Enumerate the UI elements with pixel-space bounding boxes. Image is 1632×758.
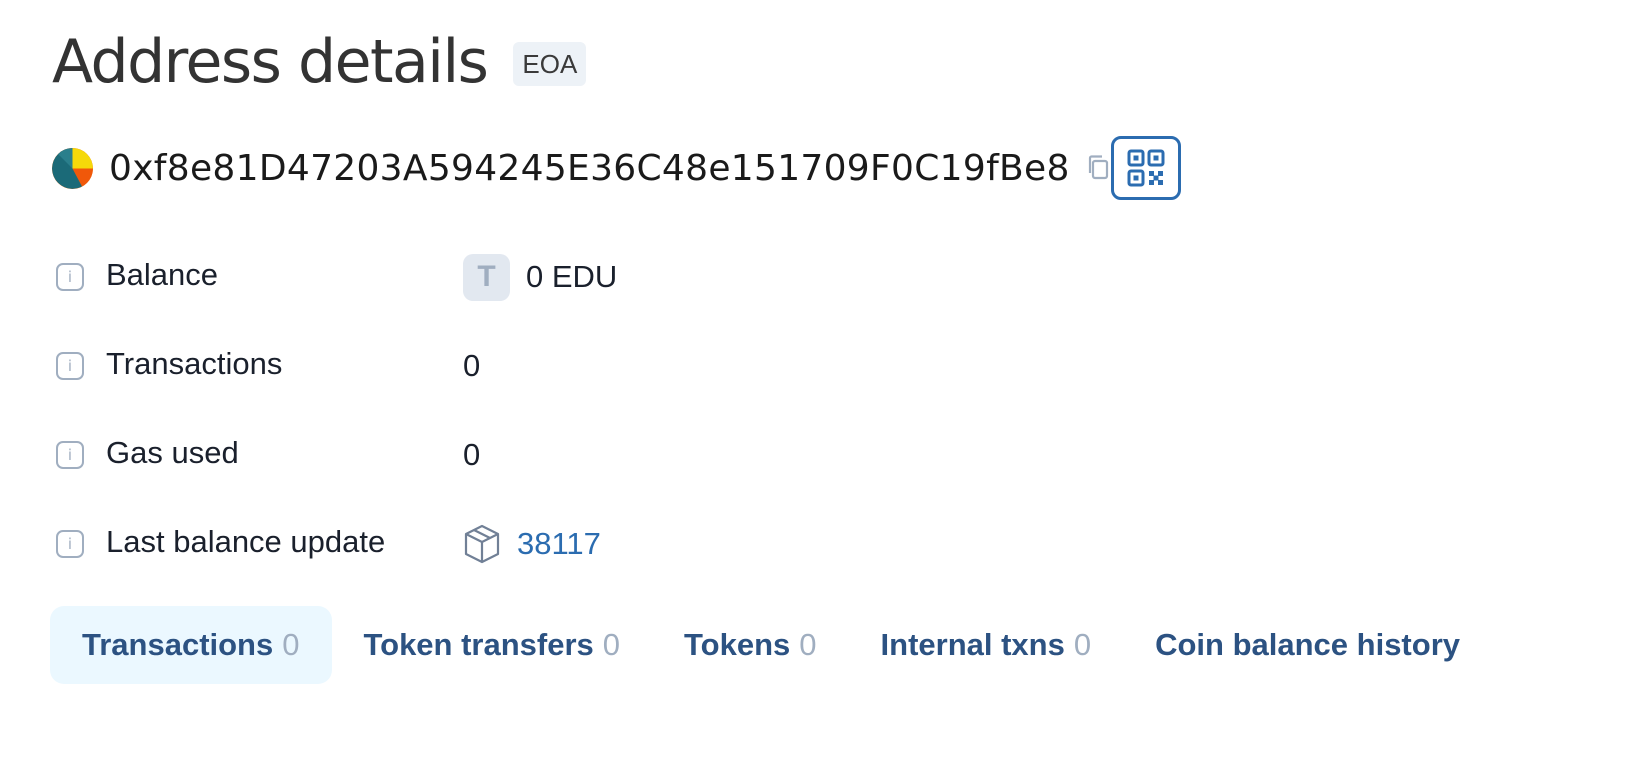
page-title: Address details (52, 27, 489, 97)
tab-label: Transactions (82, 627, 274, 662)
qr-code-icon (1127, 149, 1165, 187)
tab-label: Coin balance history (1155, 627, 1460, 662)
info-icon[interactable]: i (56, 352, 84, 380)
page-header: Address details EOA (52, 22, 587, 102)
detail-label-last-balance-update: Last balance update (106, 524, 386, 559)
detail-row-gas-used: i Gas used 0 (56, 432, 1556, 521)
detail-row-transactions: i Transactions 0 (56, 343, 1556, 432)
token-icon: T (463, 253, 510, 301)
transactions-count: 0 (463, 348, 481, 383)
identicon-avatar (52, 147, 93, 189)
tab-internal-txns[interactable]: Internal txns 0 (849, 606, 1124, 684)
detail-value-gas-used: 0 (463, 432, 480, 478)
tab-token-transfers[interactable]: Token transfers 0 (332, 606, 653, 684)
detail-value-transactions: 0 (463, 343, 480, 389)
tab-count: 0 (799, 627, 817, 662)
block-icon (464, 524, 500, 564)
info-icon[interactable]: i (56, 530, 84, 558)
detail-label-transactions: Transactions (106, 346, 283, 381)
address-tabs: Transactions 0 Token transfers 0 Tokens … (50, 606, 1492, 684)
info-icon[interactable]: i (56, 263, 84, 291)
detail-row-balance: i Balance T 0 EDU (56, 253, 1556, 343)
address-details-list: i Balance T 0 EDU i Transactions 0 i Gas… (56, 253, 1556, 610)
tab-label: Internal txns (880, 627, 1065, 662)
tab-count: 0 (602, 627, 621, 662)
address-type-badge: EOA (513, 42, 587, 86)
address-row: 0xf8e81D47203A594245E36C48e151709F0C19fB… (52, 136, 1181, 200)
tab-tokens[interactable]: Tokens 0 (652, 606, 848, 684)
copy-icon[interactable] (1084, 153, 1114, 183)
detail-row-last-balance-update: i Last balance update 38117 (56, 521, 1556, 610)
detail-value-balance: T 0 EDU (463, 253, 618, 301)
tab-count: 0 (1073, 627, 1092, 662)
address-details-page: Address details EOA 0xf8e81D47203A594245… (0, 0, 1632, 758)
balance-amount: 0 EDU (526, 259, 618, 294)
detail-label-gas-used: Gas used (106, 435, 239, 470)
tab-transactions[interactable]: Transactions 0 (50, 606, 332, 684)
tab-count: 0 (282, 627, 300, 662)
tab-coin-balance-history[interactable]: Coin balance history (1123, 606, 1492, 684)
detail-value-last-balance-update: 38117 (463, 521, 601, 567)
block-number-link[interactable]: 38117 (517, 526, 601, 562)
tab-label: Tokens (684, 627, 791, 662)
detail-label-balance: Balance (106, 257, 219, 292)
address-hash: 0xf8e81D47203A594245E36C48e151709F0C19fB… (109, 147, 1070, 189)
tab-label: Token transfers (363, 627, 594, 662)
info-icon[interactable]: i (56, 441, 84, 469)
gas-used-value: 0 (463, 437, 481, 472)
qr-code-button[interactable] (1111, 136, 1181, 200)
